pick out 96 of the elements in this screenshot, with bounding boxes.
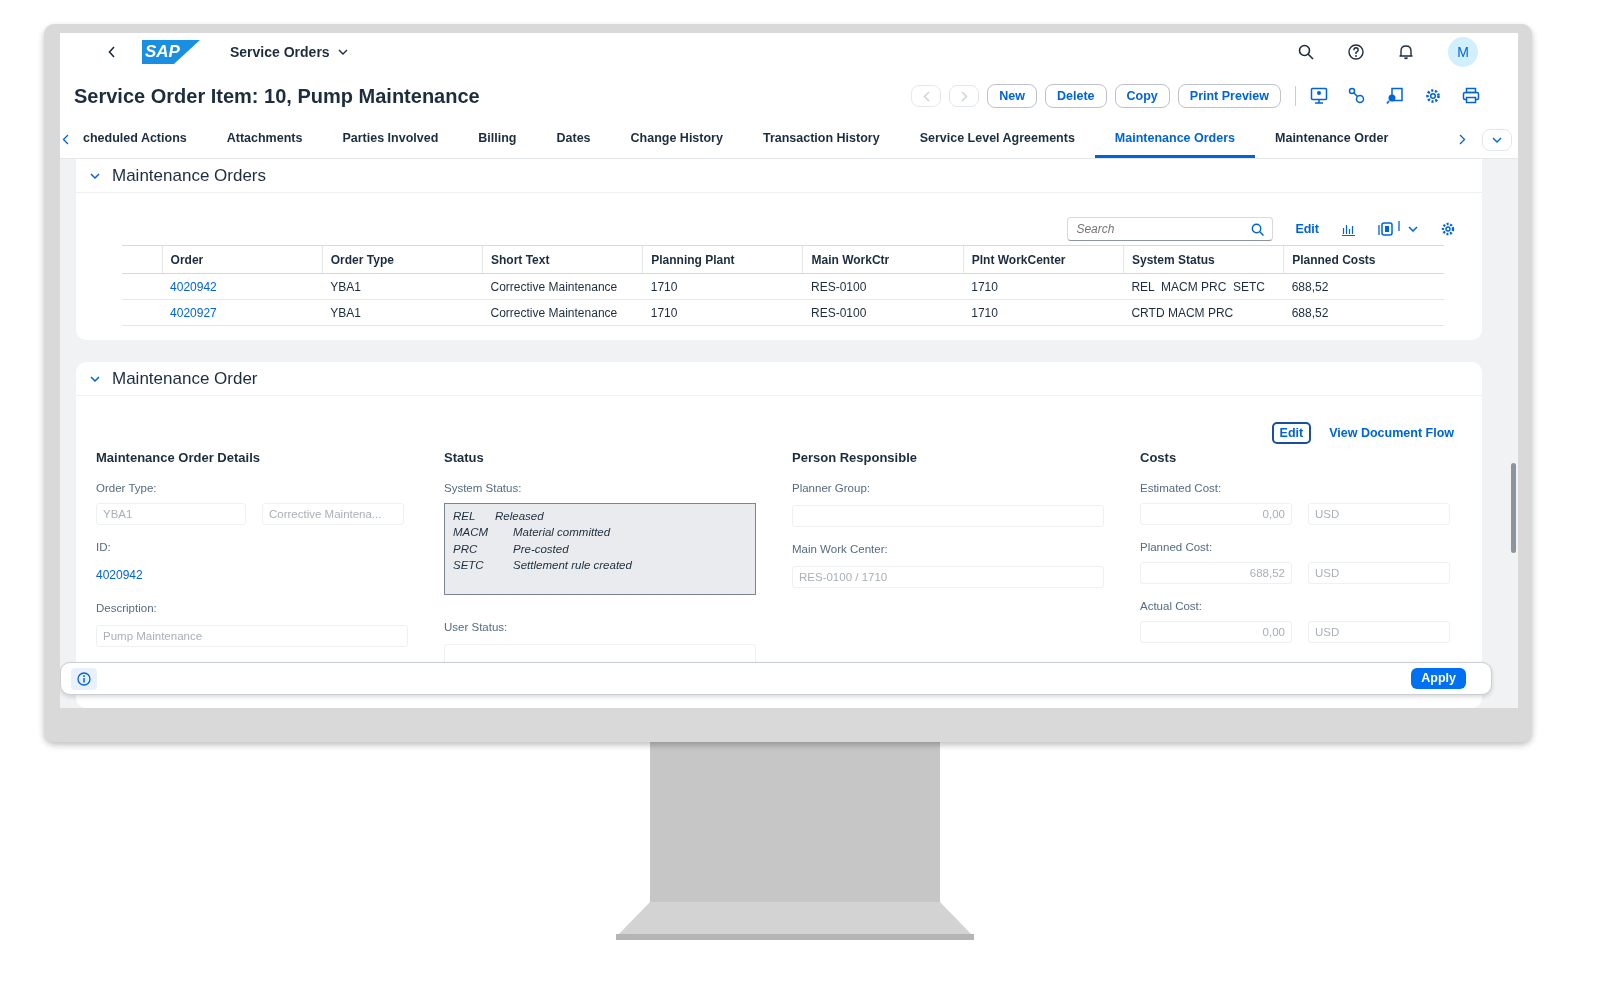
column-header: Planning Plant [642,245,803,274]
column-header: Main WorkCtr [803,245,964,274]
status-code: REL [453,508,477,524]
section-title: Maintenance Order [112,367,258,390]
group-heading: Maintenance Order Details [96,450,261,466]
table-cell: YBA1 [322,299,483,326]
field-label: Actual Cost: [1140,599,1203,615]
edit-link[interactable]: Edit [1295,219,1319,239]
settings-icon[interactable] [1424,87,1442,105]
chevron-down-icon [337,49,348,55]
table-cell: Corrective Maintenance [482,273,643,300]
column-header: Plnt WorkCenter [963,245,1124,274]
field-label: Planner Group: [792,480,871,496]
chevron-down-icon [1492,136,1502,143]
help-icon[interactable] [1348,44,1364,60]
table-cell: 688,52 [1283,299,1444,326]
order-link[interactable]: 4020927 [170,305,217,320]
section-title: Maintenance Orders [112,164,267,187]
tab[interactable]: Transaction History [742,121,900,158]
settings-icon[interactable] [1440,221,1456,237]
edit-button[interactable]: Edit [1271,422,1312,444]
table-cell: Corrective Maintenance [482,299,643,326]
tab[interactable]: Billing [458,121,537,158]
search-icon[interactable] [1298,44,1314,60]
action-button[interactable]: Print Preview [1177,84,1281,108]
chevron-right-icon [960,90,968,102]
back-icon[interactable] [108,46,116,58]
table-cell: CRTD MACM PRC [1123,299,1284,326]
field-label: User Status: [444,619,509,635]
table-cell: 1710 [642,299,803,326]
field-label: Main Work Center: [792,541,889,557]
document-flow-link[interactable]: View Document Flow [1329,423,1454,443]
table-cell: RES-0100 [803,299,964,326]
app-title-menu[interactable]: Service Orders [230,41,348,63]
column-header: Order [162,245,323,274]
field-label: System Status: [444,480,523,496]
status-code: SETC [453,558,485,574]
apply-button[interactable]: Apply [1411,668,1466,689]
page-title: Service Order Item: 10, Pump Maintenance [74,84,480,108]
search-icon [1251,223,1265,236]
status-text: Pre-costed [513,541,569,557]
chevron-left-icon [922,90,930,102]
tab[interactable]: Parties Involved [322,121,459,158]
table-cell: REL MACM PRC SETC [1123,273,1284,300]
column-header: Short Text [482,245,643,274]
status-code: PRC [453,541,479,557]
tab[interactable]: Maintenance Order [1255,121,1409,158]
group-heading: Status [444,450,485,466]
tab[interactable]: Change History [610,121,743,158]
notification-bell-icon[interactable] [1398,44,1414,60]
tab[interactable]: Attachments [206,121,323,158]
printer-icon[interactable] [1462,87,1480,105]
chart-icon[interactable] [1341,222,1356,236]
order-link[interactable]: 4020942 [170,279,217,294]
tab[interactable]: Dates [536,121,611,158]
info-icon [77,671,91,686]
search-field[interactable]: Search [1067,217,1274,241]
id-link[interactable]: 4020942 [96,568,143,583]
presentation-icon[interactable] [1310,87,1328,105]
table-cell: YBA1 [322,273,483,300]
column-header: Planned Costs [1283,245,1444,274]
action-button[interactable]: New [987,84,1037,108]
column-header: Order Type [322,245,483,274]
status-code: MACM [453,525,490,541]
status-text: Released [495,508,544,524]
sap-logo[interactable]: SAP [142,40,200,64]
field-label: Estimated Cost: [1140,480,1223,496]
table-cell: 688,52 [1283,273,1444,300]
dropdown-caret-icon[interactable] [1408,226,1418,232]
export-icon[interactable] [1378,221,1400,237]
collapse-icon[interactable] [90,172,100,179]
tab[interactable]: cheduled Actions [63,121,207,158]
share-nodes-icon[interactable] [1348,87,1366,105]
scrollbar[interactable] [1511,463,1516,553]
column-header: System Status [1123,245,1284,274]
user-avatar[interactable]: M [1448,37,1478,67]
table-cell: 1710 [963,273,1124,300]
field-label: Description: [96,601,158,617]
search-document-icon[interactable] [1386,87,1404,105]
table-cell: 1710 [963,299,1124,326]
table-cell: 1710 [642,273,803,300]
field-label: Planned Cost: [1140,539,1214,555]
status-text: Material committed [513,525,611,541]
table-cell: RES-0100 [803,273,964,300]
collapse-icon[interactable] [90,375,100,382]
field-label: Order Type: [96,480,158,496]
action-button[interactable]: Copy [1114,84,1170,108]
group-heading: Person Responsible [792,450,918,466]
chevron-right-icon[interactable] [1459,134,1466,145]
status-text: Settlement rule created [513,558,632,574]
tab[interactable]: Service Level Agreements [899,121,1095,158]
chevron-left-icon[interactable] [62,134,69,145]
info-button[interactable] [71,667,97,690]
action-button[interactable]: Delete [1045,84,1107,108]
group-heading: Costs [1140,450,1178,466]
field-label: ID: [96,539,112,555]
